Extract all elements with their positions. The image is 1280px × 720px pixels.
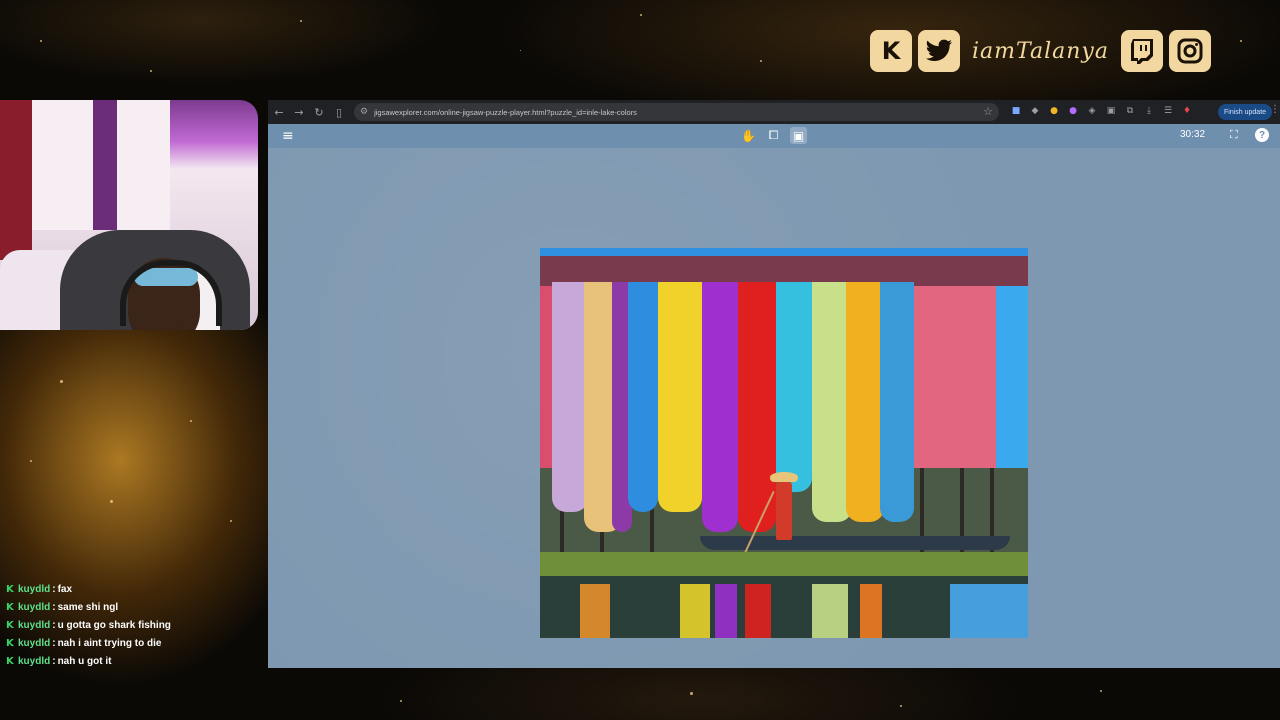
extension-icon[interactable]: ● (1065, 103, 1081, 119)
kick-badge-icon: K (6, 619, 14, 631)
help-icon[interactable]: ? (1255, 128, 1269, 142)
browser-toolbar: ← → ↻ ▯ ⚙ jigsawexplorer.com/online-jigs… (268, 100, 1280, 124)
extensions-bar: ■ ◆ ● ● ◈ ▣ ⧉ ⤓ ☰ ♦ (1008, 103, 1195, 119)
social-banner: K iamTalanya (870, 28, 1211, 74)
puzzle-board[interactable] (268, 148, 1280, 668)
extension-icon[interactable]: ● (1046, 103, 1062, 119)
twitch-icon (1120, 30, 1163, 72)
profile-icon[interactable]: ♦ (1179, 103, 1195, 119)
kick-badge-icon: K (6, 637, 14, 649)
side-panel-icon[interactable]: ▯ (330, 103, 348, 121)
download-icon[interactable]: ⤓ (1141, 103, 1157, 119)
chat-username: kuydld (18, 583, 51, 595)
chat-username: kuydld (18, 637, 51, 649)
chat-text: fax (57, 583, 73, 595)
back-icon[interactable]: ← (270, 103, 288, 121)
puzzle-image[interactable] (540, 248, 1028, 638)
puzzle-tools: ✋ ⧠ ▣ (740, 127, 807, 144)
fullscreen-icon[interactable]: ⛶ (1230, 128, 1238, 142)
chat-text: u gotta go shark fishing (57, 619, 171, 631)
address-bar[interactable]: ⚙ jigsawexplorer.com/online-jigsaw-puzzl… (354, 103, 999, 121)
chat-username: kuydld (18, 601, 51, 613)
hamburger-menu-icon[interactable]: ≡ (282, 128, 294, 144)
reload-icon[interactable]: ↻ (310, 103, 328, 121)
bookmark-star-icon[interactable]: ☆ (983, 105, 993, 118)
chat-message: K kuydld: nah i aint trying to die (6, 637, 162, 649)
streamer-handle: iamTalanya (972, 38, 1109, 64)
kick-badge-icon: K (6, 601, 14, 613)
shield-icon[interactable]: ◆ (1027, 103, 1043, 119)
url-text: jigsawexplorer.com/online-jigsaw-puzzle-… (374, 107, 637, 117)
chat-message: K kuydld: same shi ngl (6, 601, 119, 613)
chat-username: kuydld (18, 655, 51, 667)
extension-icon[interactable]: ▣ (1103, 103, 1119, 119)
chat-text: same shi ngl (57, 601, 119, 613)
tab-search-icon[interactable]: ☰ (1160, 103, 1176, 119)
puzzle-timer: 30:32 (1180, 129, 1206, 140)
chat-message: K kuydld: nah u got it (6, 655, 112, 667)
extension-icon[interactable]: ◈ (1084, 103, 1100, 119)
puzzle-toolbar: ≡ ✋ ⧠ ▣ 30:32 ⛶ ? (268, 124, 1280, 148)
hand-tool-icon[interactable]: ✋ (740, 127, 757, 144)
chat-message: K kuydld: fax (6, 583, 73, 595)
more-menu-icon[interactable]: ⋮ (1270, 104, 1280, 115)
chat-text: nah u got it (57, 655, 112, 667)
instagram-icon (1168, 30, 1211, 72)
browser-window: ← → ↻ ▯ ⚙ jigsawexplorer.com/online-jigs… (268, 100, 1280, 668)
chat-message: K kuydld: u gotta go shark fishing (6, 619, 171, 631)
site-info-icon[interactable]: ⚙ (360, 107, 368, 117)
box-edge-icon[interactable]: ⧠ (765, 127, 782, 144)
preview-image-icon[interactable]: ▣ (790, 127, 807, 144)
kick-badge-icon: K (6, 655, 14, 667)
webcam-feed (0, 100, 258, 330)
twitter-icon (918, 30, 960, 72)
kick-icon: K (870, 30, 912, 72)
chat-overlay: K kuydld: fax K kuydld: same shi ngl K k… (6, 580, 256, 670)
kick-glyph: K (881, 37, 901, 65)
chat-username: kuydld (18, 619, 51, 631)
chat-text: nah i aint trying to die (57, 637, 162, 649)
puzzle-extension-icon[interactable]: ⧉ (1122, 103, 1138, 119)
finish-update-button[interactable]: Finish update (1218, 104, 1273, 120)
forward-icon[interactable]: → (290, 103, 308, 121)
extension-icon[interactable]: ■ (1008, 103, 1024, 119)
kick-badge-icon: K (6, 583, 14, 595)
